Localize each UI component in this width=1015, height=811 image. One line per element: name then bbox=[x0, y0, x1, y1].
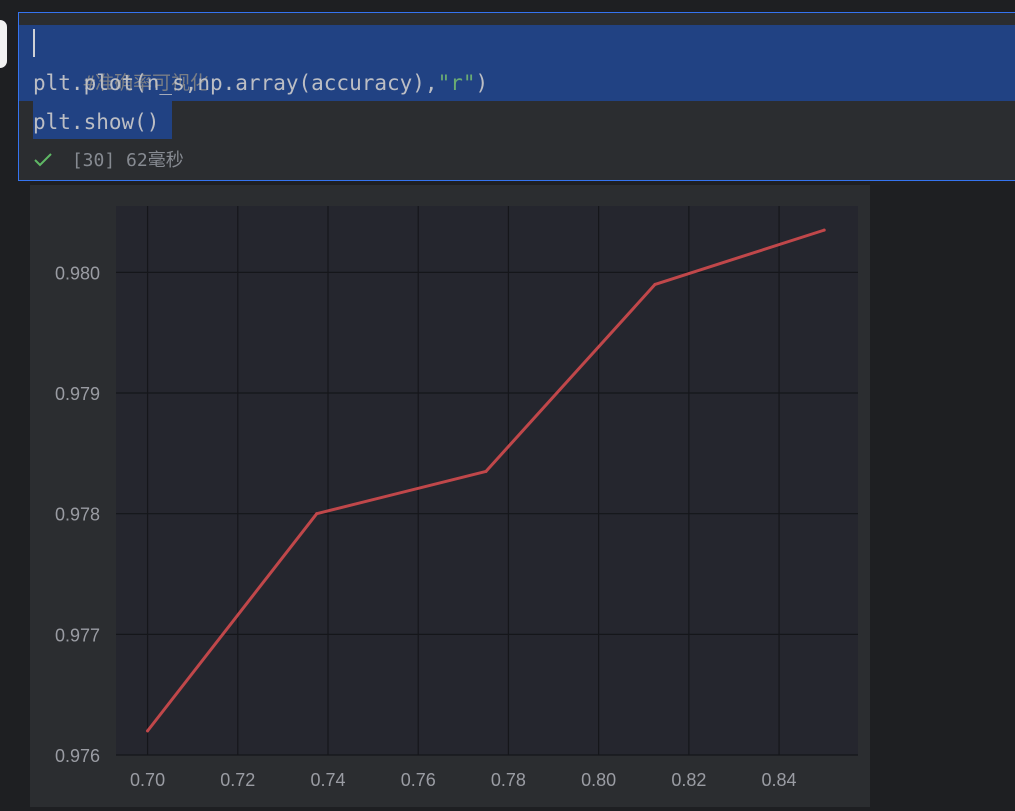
data-point bbox=[822, 228, 826, 232]
x-tick-label: 0.74 bbox=[310, 770, 345, 790]
code-text: ) bbox=[475, 71, 489, 95]
x-tick-label: 0.72 bbox=[220, 770, 255, 790]
code-string: "r" bbox=[437, 71, 476, 95]
x-tick-label: 0.76 bbox=[401, 770, 436, 790]
code-text: plt.plot(n_s,np.array(accuracy), bbox=[33, 71, 438, 95]
x-tick-label: 0.80 bbox=[581, 770, 616, 790]
data-point bbox=[146, 729, 150, 733]
code-line-3[interactable]: plt.show() bbox=[33, 103, 159, 141]
cell-focus-marker bbox=[0, 20, 7, 68]
x-tick-label: 0.82 bbox=[671, 770, 706, 790]
y-tick-label: 0.978 bbox=[55, 505, 100, 525]
y-tick-label: 0.976 bbox=[55, 746, 100, 766]
code-line-2[interactable]: plt.plot(n_s,np.array(accuracy),"r") bbox=[33, 64, 488, 102]
code-text: plt.show() bbox=[33, 110, 160, 134]
x-tick-label: 0.70 bbox=[130, 770, 165, 790]
check-icon bbox=[33, 150, 64, 171]
x-tick-label: 0.84 bbox=[762, 770, 797, 790]
y-tick-label: 0.979 bbox=[55, 384, 100, 404]
text-caret bbox=[33, 29, 35, 57]
line-chart: 0.70 0.72 0.74 0.76 0.78 0.80 0.82 0.84 0.976 0.9… bbox=[55, 206, 858, 790]
y-tick-label: 0.977 bbox=[55, 625, 100, 645]
execution-status: [30] 62毫秒 bbox=[33, 147, 184, 175]
x-tick-label: 0.78 bbox=[491, 770, 526, 790]
execution-duration: 62毫秒 bbox=[126, 150, 184, 171]
code-line-1[interactable]: #准确率可视化 bbox=[33, 25, 209, 94]
data-point bbox=[484, 469, 488, 473]
code-cell[interactable]: #准确率可视化 plt.plot(n_s,np.array(accuracy),… bbox=[18, 12, 1015, 181]
execution-count: [30] bbox=[71, 150, 116, 171]
data-point bbox=[653, 282, 657, 286]
y-tick-label: 0.980 bbox=[55, 263, 100, 283]
data-point bbox=[315, 512, 319, 516]
cell-output: 0.70 0.72 0.74 0.76 0.78 0.80 0.82 0.84 0.976 0.9… bbox=[30, 185, 870, 807]
plot-area bbox=[116, 206, 858, 755]
